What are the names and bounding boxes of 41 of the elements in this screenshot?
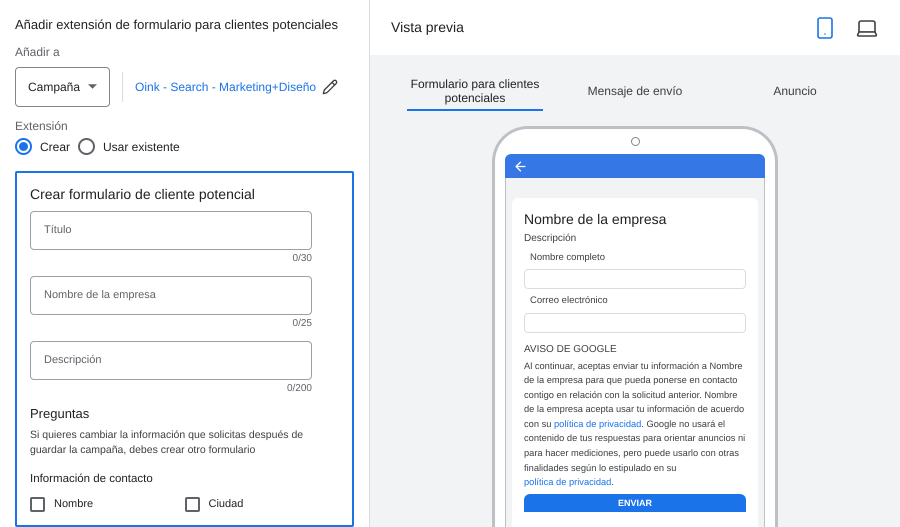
- privacy-link[interactable]: política de privacidad: [524, 477, 612, 488]
- char-counter: 0/25: [292, 316, 312, 330]
- campaign-link[interactable]: Oink - Search - Marketing+Diseño: [135, 78, 316, 96]
- field-label: Nombre completo: [530, 251, 606, 265]
- radio-label: Crear: [40, 138, 70, 156]
- company-name: Nombre de la empresa: [524, 210, 668, 228]
- preview-title: Vista previa: [391, 18, 465, 37]
- checkbox-label: Ciudad: [208, 497, 244, 512]
- section-title: Preguntas: [30, 404, 90, 423]
- char-counter: 0/30: [292, 252, 312, 266]
- input-field[interactable]: [524, 269, 746, 290]
- field-label: Extensión: [15, 118, 69, 134]
- text-field[interactable]: Descripción: [30, 340, 312, 380]
- notice-title: AVISO DE GOOGLE: [524, 342, 618, 356]
- preview-tab[interactable]: Mensaje de envío: [567, 73, 703, 111]
- privacy-link[interactable]: política de privacidad: [554, 418, 642, 429]
- section-note: Si quieres cambiar la información que solicitas después de guardar la campaña, debes crear otro formulario: [30, 428, 304, 458]
- campaign-dropdown[interactable]: Campaña: [15, 66, 110, 106]
- preview-tab[interactable]: Formulario para clientes potenciales: [407, 73, 543, 111]
- card-title: Crear formulario de cliente potencial: [30, 184, 256, 204]
- submit-button[interactable]: ENVIAR: [524, 494, 746, 512]
- radio-label: Usar existente: [103, 138, 180, 156]
- caret-icon: [88, 84, 98, 89]
- preview-tab[interactable]: Anuncio: [727, 73, 863, 111]
- field-label: Correo electrónico: [530, 294, 609, 308]
- text-field[interactable]: Nombre de la empresa: [30, 276, 312, 314]
- checkbox[interactable]: [184, 497, 200, 512]
- section-subtitle: Información de contacto: [30, 472, 154, 487]
- radio-button[interactable]: [78, 138, 96, 155]
- edit-icon[interactable]: [322, 78, 338, 94]
- radio-button[interactable]: [15, 138, 32, 155]
- input-field[interactable]: [524, 312, 746, 332]
- checkbox-label: Nombre: [54, 497, 94, 512]
- checkbox[interactable]: [30, 497, 45, 512]
- notice-text: Al continuar, aceptas enviar tu información a Nombre de la empresa para que pueda ponerse en contacto contigo en relación con la solicitud anterior. Nombre de la empresa acepta usar tu información de acuerdo con su política de privacidad. Google no usará el contenido de tus respuestas para orientar anuncios ni para hacer mediciones, pero puede usarlo con otras finalidades según lo estipulado en su política de privacidad.: [524, 360, 746, 490]
- field-label: Añadir a: [15, 44, 61, 60]
- text-field[interactable]: Título: [30, 210, 312, 250]
- panel-title: Añadir extensión de formulario para clientes potenciales: [15, 16, 340, 34]
- char-counter: 0/200: [286, 382, 312, 396]
- description: Descripción: [524, 232, 578, 246]
- camera-icon: [630, 137, 640, 146]
